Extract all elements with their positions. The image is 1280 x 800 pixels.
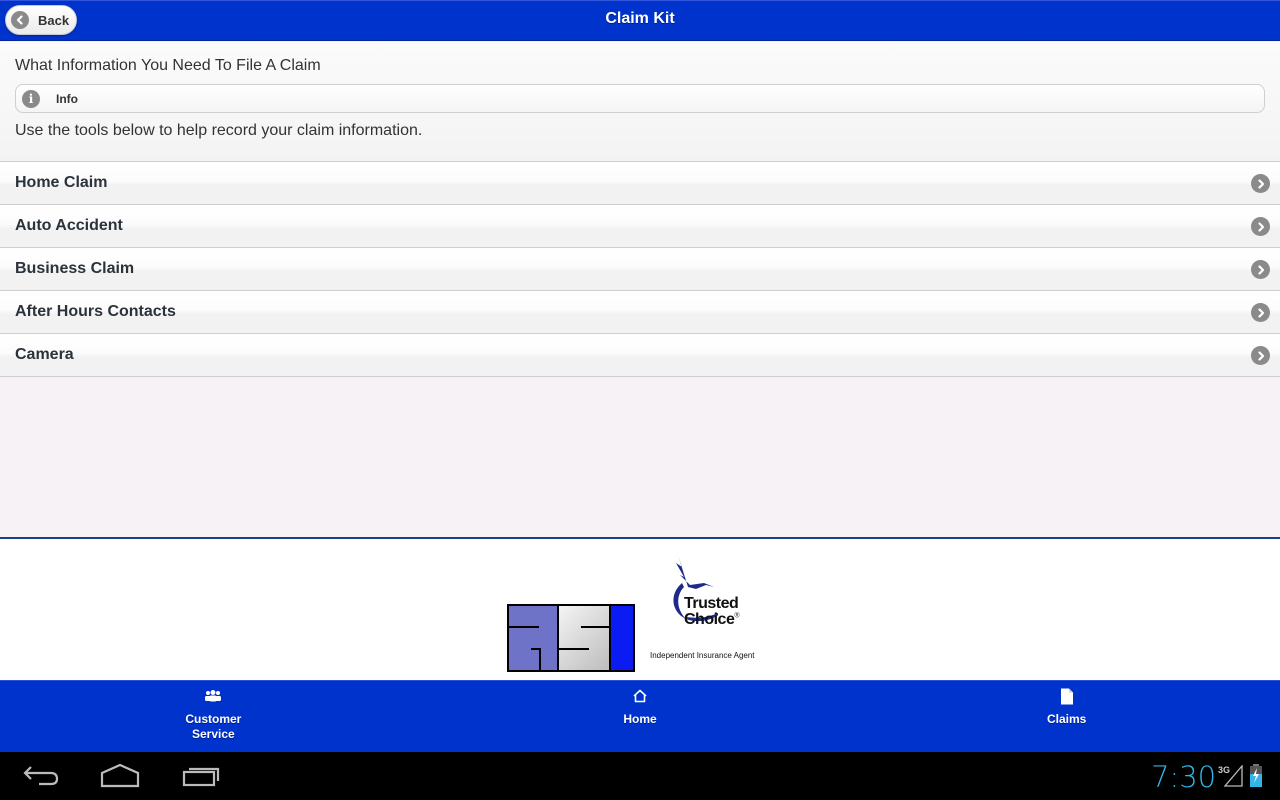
info-collapsible[interactable]: i Info [15, 84, 1265, 113]
chevron-right-icon [1251, 174, 1270, 193]
home-outline-icon [100, 763, 140, 788]
list-item-label: Camera [15, 346, 74, 363]
intro-title: What Information You Need To File A Clai… [15, 57, 321, 74]
recents-icon [182, 767, 220, 787]
list-item-label: Auto Accident [15, 217, 123, 234]
list-item-home-claim[interactable]: Home Claim [0, 162, 1280, 205]
chevron-right-icon [1251, 260, 1270, 279]
info-icon: i [22, 89, 40, 108]
page-title: Claim Kit [605, 10, 675, 27]
intro-description: Use the tools below to help record your … [15, 122, 423, 139]
people-icon [203, 687, 223, 705]
asi-logo-i [611, 606, 633, 670]
nav-recents-button[interactable] [180, 762, 230, 790]
system-nav-bar: 7:30 3G [0, 752, 1280, 800]
nav-back-button[interactable] [17, 762, 67, 790]
document-icon [1057, 687, 1077, 705]
claim-tools-list: Home Claim Auto Accident Business Claim … [0, 162, 1280, 377]
trusted-choice-line2: Choice® [684, 611, 740, 628]
tab-claims[interactable]: Claims [853, 681, 1280, 752]
list-item-label: Home Claim [15, 174, 108, 191]
status-clock: 7:30 [1151, 760, 1217, 794]
tab-label: Claims [1047, 712, 1087, 726]
header-bar: Back Claim Kit [0, 0, 1280, 41]
tab-customer-service[interactable]: Customer Service [0, 681, 427, 752]
list-item-label: After Hours Contacts [15, 303, 176, 320]
list-item-after-hours-contacts[interactable]: After Hours Contacts [0, 291, 1280, 334]
signal-icon [1224, 765, 1243, 787]
tab-label: Customer Service [185, 712, 242, 741]
footer-logos: Trusted Choice® Independent Insurance Ag… [0, 537, 1280, 680]
trusted-choice-tagline: Independent Insurance Agent [650, 651, 755, 660]
tab-home[interactable]: Home [427, 681, 854, 752]
nav-home-button[interactable] [98, 762, 148, 790]
list-item-camera[interactable]: Camera [0, 334, 1280, 377]
chevron-right-icon [1251, 303, 1270, 322]
trusted-choice-logo: Trusted Choice® Independent Insurance Ag… [650, 553, 770, 663]
chevron-right-icon [1251, 346, 1270, 365]
battery-charging-icon [1250, 764, 1262, 787]
asi-logo-a [509, 606, 559, 672]
chevron-right-icon [1251, 217, 1270, 236]
list-item-auto-accident[interactable]: Auto Accident [0, 205, 1280, 248]
back-arrow-icon [23, 766, 59, 786]
info-label: Info [56, 91, 78, 106]
tab-label: Home [623, 712, 657, 726]
list-item-label: Business Claim [15, 260, 135, 277]
asi-logo [507, 604, 635, 672]
home-icon [630, 687, 650, 705]
list-item-business-claim[interactable]: Business Claim [0, 248, 1280, 291]
asi-logo-s [559, 606, 611, 670]
intro-section: What Information You Need To File A Clai… [0, 42, 1280, 162]
bottom-tab-bar: Customer Service Home Claims [0, 680, 1280, 752]
